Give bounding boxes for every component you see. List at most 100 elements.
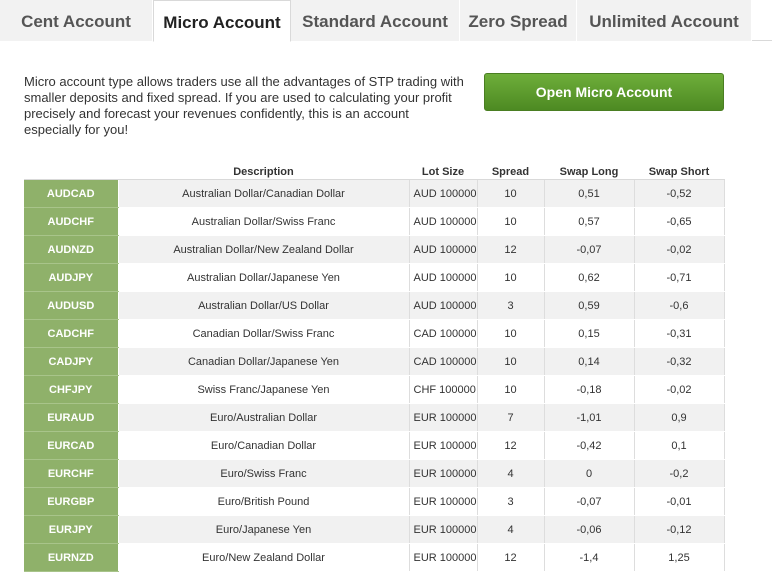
lot-size-cell: AUD 100000: [409, 263, 478, 292]
swap-short-cell: -0,01: [634, 487, 725, 516]
spread-cell: 3: [477, 487, 545, 516]
description-cell: Swiss Franc/Japanese Yen: [118, 375, 410, 404]
lot-size-cell: AUD 100000: [409, 235, 478, 264]
symbol-cell: AUDNZD: [24, 235, 119, 264]
swap-long-cell: 0,62: [544, 263, 635, 292]
description-cell: Australian Dollar/US Dollar: [118, 291, 410, 320]
symbol-cell: EURCHF: [24, 459, 119, 488]
lot-size-cell: EUR 100000: [409, 459, 478, 488]
header-swap-long: Swap Long: [544, 160, 634, 180]
symbol-cell: AUDJPY: [24, 263, 119, 292]
lot-size-cell: EUR 100000: [409, 403, 478, 432]
table-row: EURCHF Euro/Swiss Franc EUR 100000 4 0 -0,2: [24, 459, 725, 488]
swap-short-cell: -0,2: [634, 459, 725, 488]
description-cell: Euro/Canadian Dollar: [118, 431, 410, 460]
swap-short-cell: 1,25: [634, 543, 725, 572]
swap-short-cell: -0,02: [634, 375, 725, 404]
spread-cell: 10: [477, 179, 545, 208]
description-cell: Australian Dollar/Swiss Franc: [118, 207, 410, 236]
lot-size-cell: AUD 100000: [409, 207, 478, 236]
swap-long-cell: -0,06: [544, 515, 635, 544]
symbol-cell: EURJPY: [24, 515, 119, 544]
table-header-row: Description Lot Size Spread Swap Long Sw…: [24, 160, 724, 180]
spread-cell: 12: [477, 431, 545, 460]
spread-cell: 10: [477, 347, 545, 376]
spread-cell: 3: [477, 291, 545, 320]
spread-cell: 12: [477, 543, 545, 572]
lot-size-cell: CHF 100000: [409, 375, 478, 404]
header-lot-size: Lot Size: [409, 160, 477, 180]
table-body: AUDCAD Australian Dollar/Canadian Dollar A…: [24, 179, 725, 572]
swap-short-cell: 0,1: [634, 431, 725, 460]
spread-cell: 10: [477, 207, 545, 236]
table-row: CADCHF Canadian Dollar/Swiss Franc CAD 100…: [24, 319, 725, 348]
description-cell: Canadian Dollar/Japanese Yen: [118, 347, 410, 376]
description-cell: Canadian Dollar/Swiss Franc: [118, 319, 410, 348]
table-row: AUDCHF Australian Dollar/Swiss Franc AUD 1…: [24, 207, 725, 236]
swap-short-cell: -0,12: [634, 515, 725, 544]
header-description: Description: [118, 160, 409, 180]
symbol-cell: AUDCAD: [24, 179, 119, 208]
lot-size-cell: AUD 100000: [409, 179, 478, 208]
symbol-cell: EURNZD: [24, 543, 119, 572]
table-row: AUDCAD Australian Dollar/Canadian Dollar A…: [24, 179, 725, 208]
table-row: EURNZD Euro/New Zealand Dollar EUR 100000 1…: [24, 543, 725, 572]
spread-cell: 7: [477, 403, 545, 432]
open-micro-account-button[interactable]: Open Micro Account: [484, 73, 724, 111]
swap-short-cell: -0,31: [634, 319, 725, 348]
tab-zero-spread[interactable]: Zero Spread: [460, 0, 577, 41]
tab-micro-account[interactable]: Micro Account: [153, 0, 291, 42]
header-spread: Spread: [477, 160, 544, 180]
symbol-cell: CADJPY: [24, 347, 119, 376]
swap-long-cell: 0: [544, 459, 635, 488]
symbol-cell: EURAUD: [24, 403, 119, 432]
lot-size-cell: AUD 100000: [409, 291, 478, 320]
table-row: AUDNZD Australian Dollar/New Zealand Doll…: [24, 235, 725, 264]
spread-cell: 12: [477, 235, 545, 264]
description-cell: Australian Dollar/Japanese Yen: [118, 263, 410, 292]
header-swap-short: Swap Short: [634, 160, 724, 180]
swap-long-cell: 0,59: [544, 291, 635, 320]
tab-unlimited-account[interactable]: Unlimited Account: [577, 0, 752, 41]
table-row: EURAUD Euro/Australian Dollar EUR 100000 7-…: [24, 403, 725, 432]
spread-cell: 4: [477, 515, 545, 544]
lot-size-cell: EUR 100000: [409, 487, 478, 516]
account-description: Micro account type allows traders use al…: [24, 74, 464, 137]
description-cell: Australian Dollar/New Zealand Dollar: [118, 235, 410, 264]
spread-cell: 10: [477, 375, 545, 404]
header-symbol: [24, 160, 118, 180]
symbol-cell: AUDUSD: [24, 291, 119, 320]
swap-long-cell: -0,42: [544, 431, 635, 460]
spread-cell: 10: [477, 319, 545, 348]
description-cell: Australian Dollar/Canadian Dollar: [118, 179, 410, 208]
tab-cent-account[interactable]: Cent Account: [0, 0, 153, 41]
swap-short-cell: -0,02: [634, 235, 725, 264]
tab-standard-account[interactable]: Standard Account: [291, 0, 460, 41]
description-cell: Euro/Swiss Franc: [118, 459, 410, 488]
lot-size-cell: CAD 100000: [409, 347, 478, 376]
swap-short-cell: -0,52: [634, 179, 725, 208]
swap-long-cell: 0,15: [544, 319, 635, 348]
swap-long-cell: 0,57: [544, 207, 635, 236]
swap-short-cell: -0,71: [634, 263, 725, 292]
description-cell: Euro/British Pound: [118, 487, 410, 516]
lot-size-cell: EUR 100000: [409, 515, 478, 544]
table-row: AUDJPY Australian Dollar/Japanese Yen AUD …: [24, 263, 725, 292]
instruments-table: Description Lot Size Spread Swap Long Sw…: [24, 160, 725, 572]
swap-long-cell: -0,07: [544, 487, 635, 516]
swap-long-cell: 0,14: [544, 347, 635, 376]
description-cell: Euro/New Zealand Dollar: [118, 543, 410, 572]
table-row: EURGBP Euro/British Pound EUR 100000 3 -0,07…: [24, 487, 725, 516]
lot-size-cell: EUR 100000: [409, 543, 478, 572]
swap-long-cell: -0,07: [544, 235, 635, 264]
symbol-cell: EURCAD: [24, 431, 119, 460]
table-row: AUDUSD Australian Dollar/US Dollar AUD 100…: [24, 291, 725, 320]
swap-long-cell: -1,01: [544, 403, 635, 432]
description-cell: Euro/Japanese Yen: [118, 515, 410, 544]
symbol-cell: CADCHF: [24, 319, 119, 348]
table-row: CHFJPY Swiss Franc/Japanese Yen CHF 100000…: [24, 375, 725, 404]
spread-cell: 4: [477, 459, 545, 488]
table-row: EURJPY Euro/Japanese Yen EUR 100000 4 -0,06-…: [24, 515, 725, 544]
swap-short-cell: 0,9: [634, 403, 725, 432]
symbol-cell: EURGBP: [24, 487, 119, 516]
